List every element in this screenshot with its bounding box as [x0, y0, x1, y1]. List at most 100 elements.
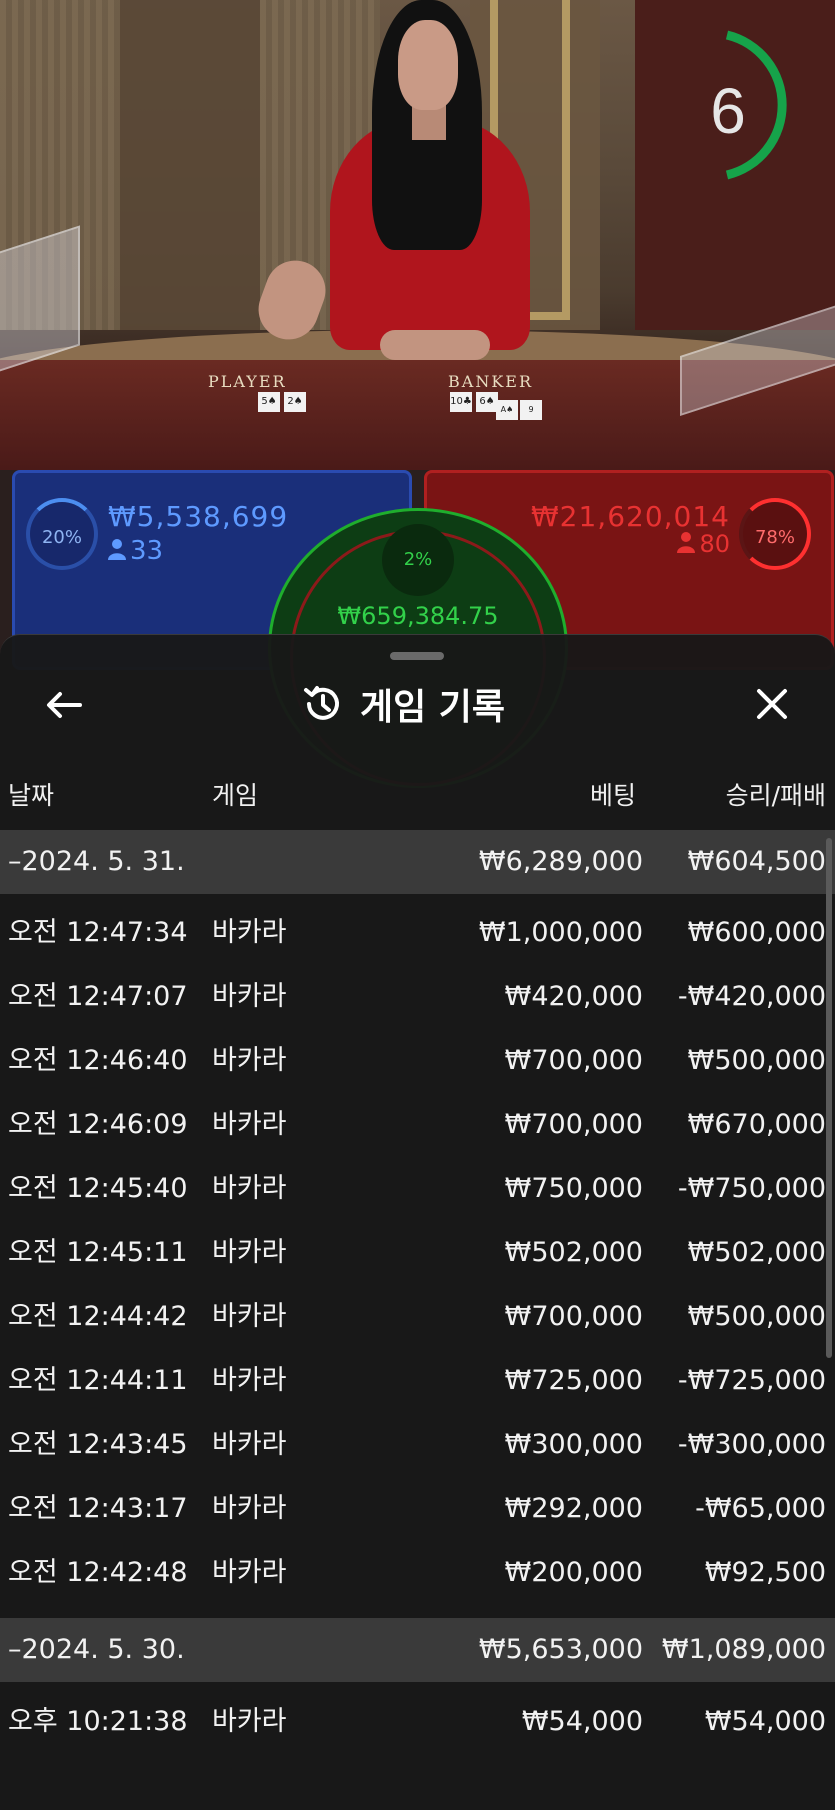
- row-result: -₩300,000: [677, 1429, 826, 1460]
- group-result-total: ₩1,089,000: [661, 1634, 826, 1665]
- history-row[interactable]: 오전 12:45:11 바카라 ₩502,000 ₩502,000: [0, 1221, 835, 1285]
- close-icon: [757, 689, 787, 719]
- player-card: 5♠: [258, 392, 280, 412]
- wall-pillar: [120, 0, 260, 330]
- row-game: 바카라: [212, 1365, 287, 1396]
- row-time: 오전 12:44:11: [8, 1365, 188, 1396]
- player-percent: 20%: [26, 498, 98, 570]
- row-bet: ₩700,000: [504, 1045, 643, 1076]
- row-game: 바카라: [212, 981, 287, 1012]
- banker-percent: 78%: [739, 498, 811, 570]
- history-row[interactable]: 오전 12:46:09 바카라 ₩700,000 ₩670,000: [0, 1093, 835, 1157]
- history-row[interactable]: 오전 12:42:48 바카라 ₩200,000 ₩92,500: [0, 1541, 835, 1605]
- row-time: 오전 12:44:42: [8, 1301, 188, 1332]
- column-header-result: 승리/패배: [725, 781, 826, 810]
- row-result: ₩92,500: [704, 1557, 826, 1588]
- banker-amount: ₩21,620,014: [530, 500, 730, 533]
- column-header-bet: 베팅: [589, 781, 636, 810]
- row-result: ₩500,000: [687, 1301, 826, 1332]
- live-video: PLAYER BANKER 5♠ 2♠ 10♣ 6♠ A♠ 9 6: [0, 0, 835, 470]
- banker-label: BANKER: [448, 372, 533, 391]
- banker-count-value: 80: [699, 530, 730, 558]
- history-row[interactable]: 오전 12:44:42 바카라 ₩700,000 ₩500,000: [0, 1285, 835, 1349]
- tie-percent: 2%: [382, 524, 454, 596]
- group-bet-total: ₩6,289,000: [478, 846, 643, 877]
- row-result: -₩65,000: [695, 1493, 826, 1524]
- dealer-face: [398, 20, 458, 110]
- row-game: 바카라: [212, 1429, 287, 1460]
- row-result: ₩600,000: [687, 917, 826, 948]
- row-result: ₩670,000: [687, 1109, 826, 1140]
- countdown-timer: 6: [692, 30, 802, 180]
- group-result-total: ₩604,500: [687, 846, 826, 877]
- row-time: 오후 10:21:38: [8, 1706, 188, 1737]
- banker-count: 80: [500, 530, 730, 558]
- row-time: 오전 12:45:11: [8, 1237, 188, 1268]
- row-bet: ₩750,000: [504, 1173, 643, 1204]
- player-label: PLAYER: [208, 372, 287, 391]
- date-group-row[interactable]: –2024. 5. 31. ₩6,289,000 ₩604,500: [0, 830, 835, 894]
- row-game: 바카라: [212, 1173, 287, 1204]
- back-button[interactable]: [34, 680, 94, 730]
- history-row[interactable]: 오후 10:21:38 바카라 ₩54,000 ₩54,000: [0, 1690, 835, 1754]
- player-amount: ₩5,538,699: [108, 500, 289, 533]
- banker-card: 9: [520, 400, 542, 420]
- row-time: 오전 12:42:48: [8, 1557, 188, 1588]
- row-time: 오전 12:43:45: [8, 1429, 188, 1460]
- row-bet: ₩292,000: [504, 1493, 643, 1524]
- row-time: 오전 12:43:17: [8, 1493, 188, 1524]
- row-game: 바카라: [212, 917, 287, 948]
- history-row[interactable]: 오전 12:46:40 바카라 ₩700,000 ₩500,000: [0, 1029, 835, 1093]
- column-header-game: 게임: [212, 781, 259, 810]
- date-group-row[interactable]: –2024. 5. 30. ₩5,653,000 ₩1,089,000: [0, 1618, 835, 1682]
- close-button[interactable]: [742, 676, 802, 732]
- row-game: 바카라: [212, 1493, 287, 1524]
- history-row[interactable]: 오전 12:44:11 바카라 ₩725,000 -₩725,000: [0, 1349, 835, 1413]
- arrow-left-icon: [47, 692, 82, 718]
- group-bet-total: ₩5,653,000: [478, 1634, 643, 1665]
- row-result: ₩500,000: [687, 1045, 826, 1076]
- row-game: 바카라: [212, 1045, 287, 1076]
- row-time: 오전 12:46:40: [8, 1045, 188, 1076]
- row-result: -₩750,000: [677, 1173, 826, 1204]
- person-icon: [108, 539, 126, 560]
- column-header-date: 날짜: [8, 781, 55, 810]
- row-result: -₩420,000: [677, 981, 826, 1012]
- history-row[interactable]: 오전 12:47:34 바카라 ₩1,000,000 ₩600,000: [0, 901, 835, 965]
- history-row[interactable]: 오전 12:47:07 바카라 ₩420,000 -₩420,000: [0, 965, 835, 1029]
- countdown-value: 6: [710, 75, 746, 147]
- row-bet: ₩725,000: [504, 1365, 643, 1396]
- row-bet: ₩700,000: [504, 1301, 643, 1332]
- banker-card: A♠: [496, 400, 518, 420]
- player-card: 2♠: [284, 392, 306, 412]
- row-time: 오전 12:45:40: [8, 1173, 188, 1204]
- row-bet: ₩200,000: [504, 1557, 643, 1588]
- row-bet: ₩700,000: [504, 1109, 643, 1140]
- person-icon: [677, 532, 696, 553]
- row-result: ₩502,000: [687, 1237, 826, 1268]
- row-bet: ₩54,000: [521, 1706, 643, 1737]
- row-bet: ₩300,000: [504, 1429, 643, 1460]
- row-bet: ₩420,000: [504, 981, 643, 1012]
- row-game: 바카라: [212, 1557, 287, 1588]
- history-icon: [304, 686, 339, 720]
- tie-amount: ₩659,384.75: [337, 602, 499, 630]
- row-time: 오전 12:47:07: [8, 981, 188, 1012]
- player-count: 33: [108, 536, 163, 566]
- history-row[interactable]: 오전 12:43:17 바카라 ₩292,000 -₩65,000: [0, 1477, 835, 1541]
- page-title: 게임 기록: [360, 687, 506, 728]
- drag-handle[interactable]: [390, 652, 444, 660]
- group-date: –2024. 5. 31.: [8, 846, 185, 877]
- group-date: –2024. 5. 30.: [8, 1634, 185, 1665]
- scrollbar[interactable]: [826, 838, 832, 1358]
- row-game: 바카라: [212, 1109, 287, 1140]
- row-time: 오전 12:47:34: [8, 917, 188, 948]
- panel-header: 게임 기록: [300, 676, 560, 732]
- banker-card: 6♠: [476, 392, 498, 412]
- history-row[interactable]: 오전 12:43:45 바카라 ₩300,000 -₩300,000: [0, 1413, 835, 1477]
- history-row[interactable]: 오전 12:45:40 바카라 ₩750,000 -₩750,000: [0, 1157, 835, 1221]
- row-game: 바카라: [212, 1706, 287, 1737]
- dealer-arm-right: [380, 330, 490, 360]
- row-time: 오전 12:46:09: [8, 1109, 188, 1140]
- row-bet: ₩502,000: [504, 1237, 643, 1268]
